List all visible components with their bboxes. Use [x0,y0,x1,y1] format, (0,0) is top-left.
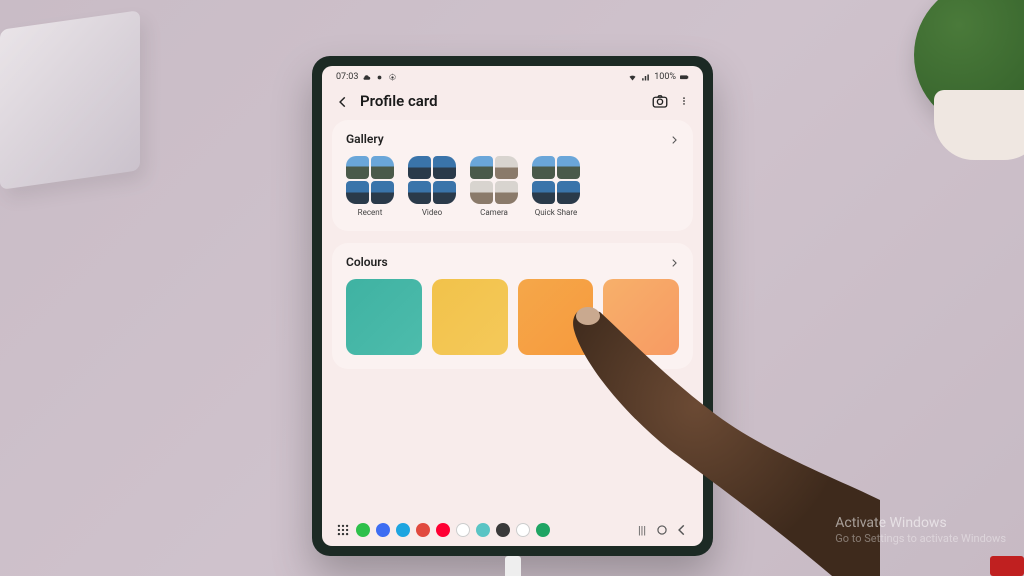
status-time: 07:03 [336,72,358,82]
colours-header[interactable]: Colours [346,255,679,269]
chevron-right-icon [669,134,679,144]
desk-prop-plant [914,0,1024,130]
screen: 07:03 100% [322,66,703,546]
taskbar-app-google[interactable] [516,523,530,537]
album-label: Video [422,208,442,217]
taskbar: ||| [322,520,703,540]
status-bar: 07:03 100% [322,66,703,86]
colour-swatch-teal[interactable] [346,279,422,355]
nav-home-button[interactable] [655,523,669,537]
cloud-icon [362,73,371,82]
taskbar-app-flipboard[interactable] [416,523,430,537]
camera-button[interactable] [651,92,669,110]
gallery-title: Gallery [346,132,384,146]
nav-recents-button[interactable]: ||| [635,523,649,537]
battery-icon [680,73,689,82]
back-button[interactable] [336,94,350,108]
album-label: Camera [480,208,508,217]
gallery-album-row: Recent Video Camera Quick Share [346,156,679,217]
corner-logo [990,556,1024,576]
colour-swatch-orange[interactable] [518,279,594,355]
album-camera[interactable]: Camera [470,156,518,217]
album-video[interactable]: Video [408,156,456,217]
album-quickshare[interactable]: Quick Share [532,156,580,217]
taskbar-app-youtube[interactable] [436,523,450,537]
gear-icon [388,73,397,82]
taskbar-app-messages[interactable] [376,523,390,537]
page-header: Profile card [322,86,703,120]
taskbar-app-sheets[interactable] [536,523,550,537]
wifi-icon [628,73,637,82]
windows-watermark: Activate Windows Go to Settings to activ… [835,514,1006,546]
taskbar-app-bixby[interactable] [476,523,490,537]
album-label: Quick Share [535,208,577,217]
chevron-right-icon [669,257,679,267]
taskbar-app-settings[interactable] [496,523,510,537]
colours-title: Colours [346,255,388,269]
watermark-line2: Go to Settings to activate Windows [835,532,1006,546]
battery-text: 100% [654,72,676,82]
colour-swatch-peach[interactable] [603,279,679,355]
usb-cable [505,556,521,576]
more-button[interactable] [679,92,689,110]
apps-grid-button[interactable] [336,523,350,537]
watermark-line1: Activate Windows [835,514,1006,532]
signal-icon [641,73,650,82]
gallery-header[interactable]: Gallery [346,132,679,146]
taskbar-app-playstore[interactable] [456,523,470,537]
album-recent[interactable]: Recent [346,156,394,217]
colour-swatch-yellow[interactable] [432,279,508,355]
desk-prop-prism [0,10,140,190]
album-label: Recent [358,208,383,217]
page-title: Profile card [360,92,641,110]
taskbar-app-skype[interactable] [396,523,410,537]
colour-swatch-row [346,279,679,355]
gallery-card: Gallery Recent Video Camera [332,120,693,231]
colours-card: Colours [332,243,693,369]
nav-back-button[interactable] [675,523,689,537]
tablet-frame: 07:03 100% [312,56,713,556]
taskbar-app-phone[interactable] [356,523,370,537]
notif-icon [375,73,384,82]
